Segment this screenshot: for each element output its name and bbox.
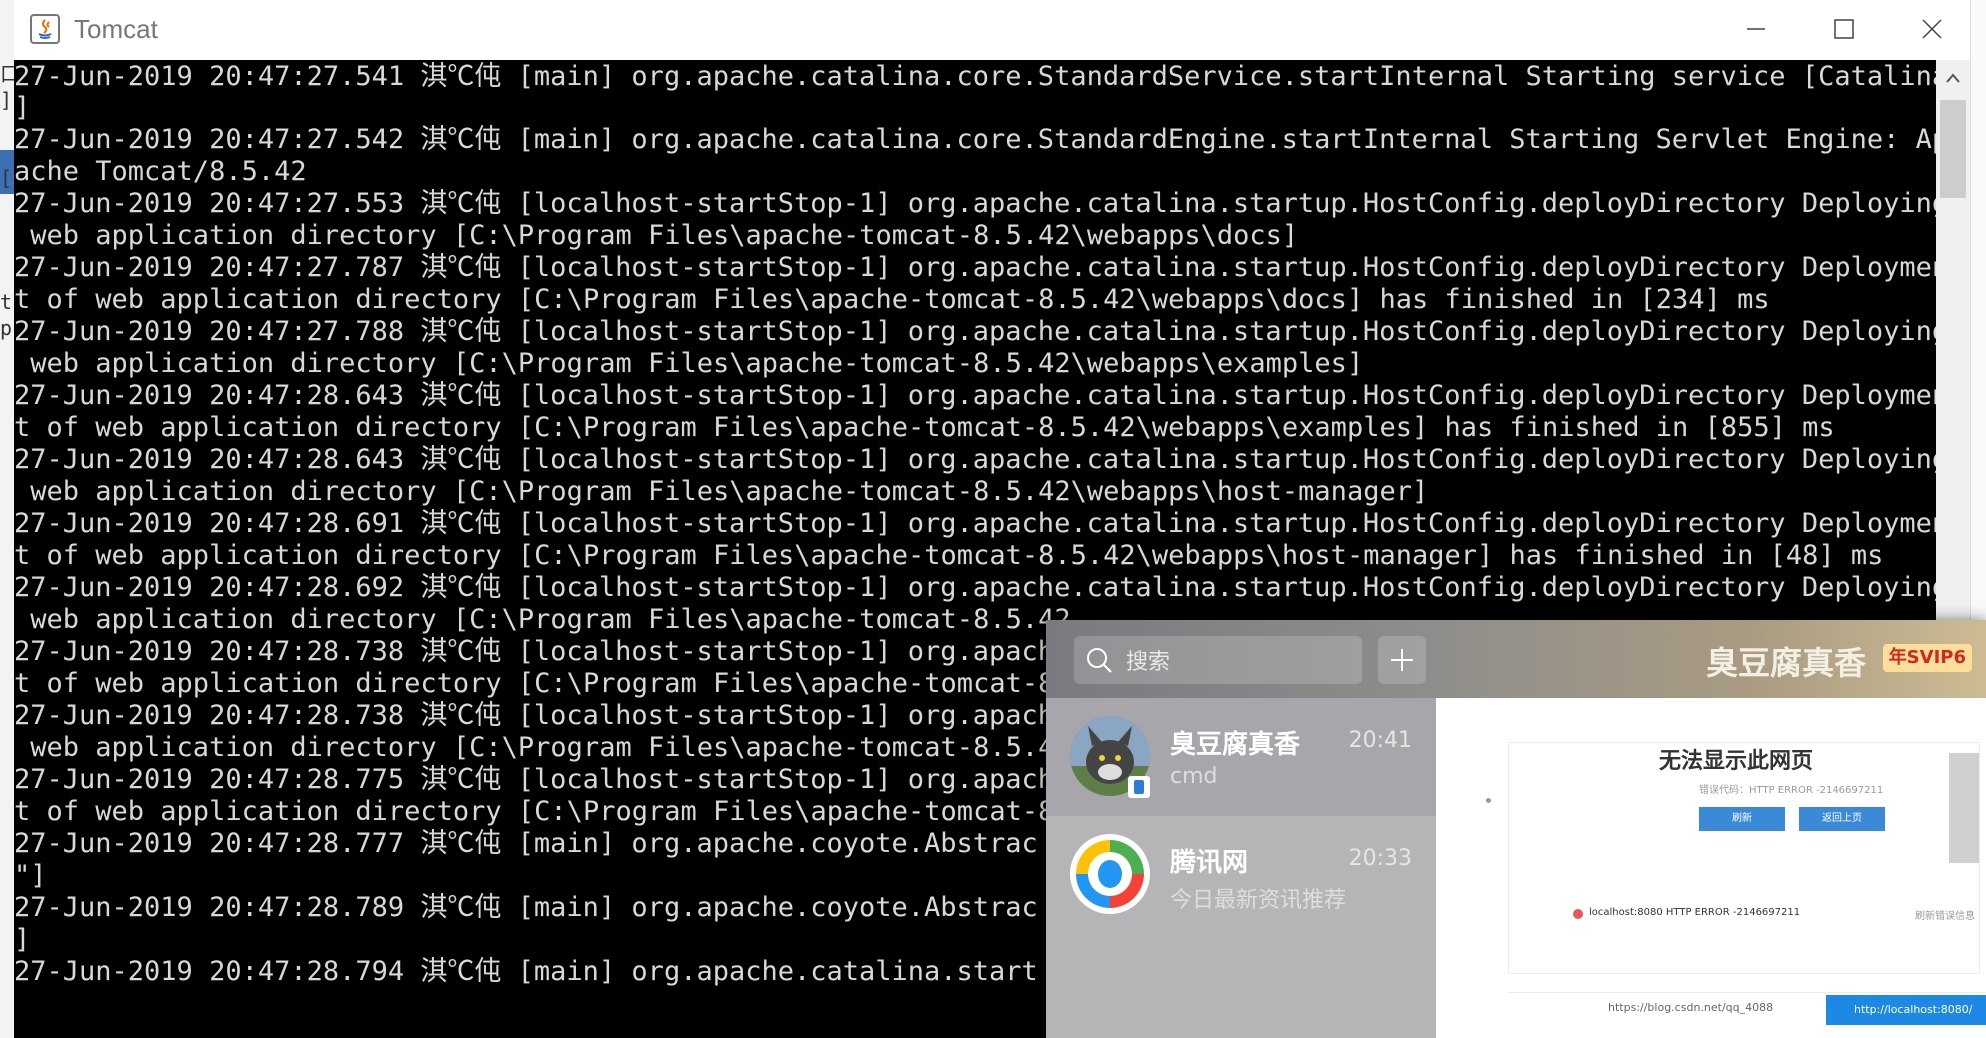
maximize-icon: [1834, 19, 1854, 39]
desktop-mark: t: [0, 290, 13, 314]
chat-time: 20:33: [1348, 846, 1412, 871]
console-line: t of web application directory [C:\Progr…: [14, 796, 1071, 827]
console-line: 27-Jun-2019 20:47:28.789 淇℃伅 [main] org.…: [14, 892, 1038, 923]
console-line: 27-Jun-2019 20:47:27.553 淇℃伅 [localhost-…: [14, 188, 1936, 219]
preview-error-text: localhost:8080 HTTP ERROR -2146697211: [1589, 907, 1801, 918]
console-line: 27-Jun-2019 20:47:28.738 淇℃伅 [localhost-…: [14, 700, 1055, 731]
preview-button-2: 返回上页: [1799, 807, 1885, 831]
console-line: ]: [14, 92, 31, 123]
preview-title: 无法显示此网页: [1659, 749, 1814, 774]
window-preview[interactable]: 无法显示此网页 错误代码：HTTP ERROR -2146697211 刷新 返…: [1436, 698, 1986, 1038]
console-line: 27-Jun-2019 20:47:28.643 淇℃伅 [localhost-…: [14, 444, 1936, 475]
error-icon: [1573, 909, 1583, 919]
console-line: web application directory [C:\Program Fi…: [14, 220, 1299, 251]
phone-icon: [1134, 780, 1144, 794]
chat-name: 腾讯网: [1170, 848, 1249, 878]
qq-user-name[interactable]: 臭豆腐真香: [1706, 638, 1866, 684]
desktop-mark: [: [0, 166, 13, 190]
device-badge: [1128, 776, 1150, 798]
preview-tab-active: http://localhost:8080/: [1826, 995, 1986, 1025]
chat-list: 臭豆腐真香 20:41 cmd 腾讯网 20:33 今日最新资讯推荐: [1046, 698, 1436, 1038]
console-line: 27-Jun-2019 20:47:28.692 淇℃伅 [localhost-…: [14, 572, 1936, 603]
preview-button-1: 刷新: [1699, 807, 1785, 831]
preview-tab: https://blog.csdn.net/qq_4088: [1608, 1001, 1774, 1014]
qq-popup: 搜索 臭豆腐真香 年SVIP6 臭豆腐真香 20:41 cmd 腾讯网 20:3…: [1046, 620, 1986, 1038]
search-icon: [1087, 648, 1112, 673]
console-line: 27-Jun-2019 20:47:28.794 淇℃伅 [main] org.…: [14, 956, 1038, 987]
desktop-mark: p: [0, 316, 13, 340]
console-line: t of web application directory [C:\Progr…: [14, 412, 1835, 443]
qq-search-input[interactable]: 搜索: [1074, 636, 1362, 684]
chevron-up-icon: [1946, 73, 1960, 83]
console-line: 27-Jun-2019 20:47:28.775 淇℃伅 [localhost-…: [14, 764, 1055, 795]
preview-dot: [1486, 798, 1491, 803]
console-line: ]: [14, 924, 31, 955]
console-line: 27-Jun-2019 20:47:27.541 淇℃伅 [main] org.…: [14, 61, 1936, 92]
minimize-button[interactable]: [1712, 6, 1800, 52]
console-line: "]: [14, 860, 47, 891]
desktop-left-edge: 口 ] [ t p: [0, 0, 20, 1038]
console-line: web application directory [C:\Program Fi…: [14, 476, 1429, 507]
console-line: t of web application directory [C:\Progr…: [14, 284, 1770, 315]
console-line: 27-Jun-2019 20:47:27.542 淇℃伅 [main] org.…: [14, 124, 1936, 155]
preview-right-note: 刷新错误信息: [1915, 911, 1975, 922]
tencent-news-icon: [1072, 836, 1148, 912]
scroll-up-button[interactable]: [1936, 60, 1970, 96]
java-icon: [30, 14, 60, 44]
qq-header: 搜索 臭豆腐真香 年SVIP6: [1046, 620, 1986, 698]
desktop-mark: ]: [0, 88, 13, 112]
preview-card: 无法显示此网页 错误代码：HTTP ERROR -2146697211 刷新 返…: [1508, 742, 1980, 974]
minimize-icon: [1747, 28, 1765, 30]
close-button[interactable]: [1888, 6, 1976, 52]
title-bar[interactable]: Tomcat: [14, 0, 1970, 61]
preview-subtitle: 错误代码：HTTP ERROR -2146697211: [1699, 785, 1884, 796]
window-title: Tomcat: [74, 14, 158, 44]
chat-item[interactable]: 臭豆腐真香 20:41 cmd: [1046, 698, 1436, 816]
chat-preview: cmd: [1170, 764, 1218, 789]
console-line: 27-Jun-2019 20:47:28.738 淇℃伅 [localhost-…: [14, 636, 1055, 667]
preview-tabs: https://blog.csdn.net/qq_4088 http://loc…: [1508, 992, 1986, 1027]
add-button[interactable]: [1378, 636, 1426, 684]
console-line: web application directory [C:\Program Fi…: [14, 732, 1055, 763]
console-line: t of web application directory [C:\Progr…: [14, 668, 1071, 699]
preview-gray-block: [1949, 753, 1979, 863]
maximize-button[interactable]: [1800, 6, 1888, 52]
chat-time: 20:41: [1348, 728, 1412, 753]
console-line: web application directory [C:\Program Fi…: [14, 348, 1364, 379]
chat-item[interactable]: 腾讯网 20:33 今日最新资讯推荐: [1046, 816, 1436, 934]
console-line: 27-Jun-2019 20:47:28.643 淇℃伅 [localhost-…: [14, 380, 1936, 411]
console-line: ache Tomcat/8.5.42: [14, 156, 307, 187]
plus-icon: [1391, 649, 1413, 671]
chat-preview: 今日最新资讯推荐: [1170, 888, 1347, 913]
console-line: web application directory [C:\Program Fi…: [14, 604, 1071, 635]
chat-name: 臭豆腐真香: [1170, 730, 1301, 760]
console-line: 27-Jun-2019 20:47:27.788 淇℃伅 [localhost-…: [14, 316, 1936, 347]
scrollbar-thumb[interactable]: [1940, 100, 1966, 198]
vip-badge[interactable]: 年SVIP6: [1882, 644, 1972, 672]
close-icon: [1922, 19, 1942, 39]
console-line: t of web application directory [C:\Progr…: [14, 540, 1884, 571]
console-line: 27-Jun-2019 20:47:28.691 淇℃伅 [localhost-…: [14, 508, 1936, 539]
console-line: 27-Jun-2019 20:47:28.777 淇℃伅 [main] org.…: [14, 828, 1038, 859]
search-placeholder: 搜索: [1126, 650, 1171, 675]
console-line: 27-Jun-2019 20:47:27.787 淇℃伅 [localhost-…: [14, 252, 1936, 283]
avatar: [1070, 834, 1150, 914]
